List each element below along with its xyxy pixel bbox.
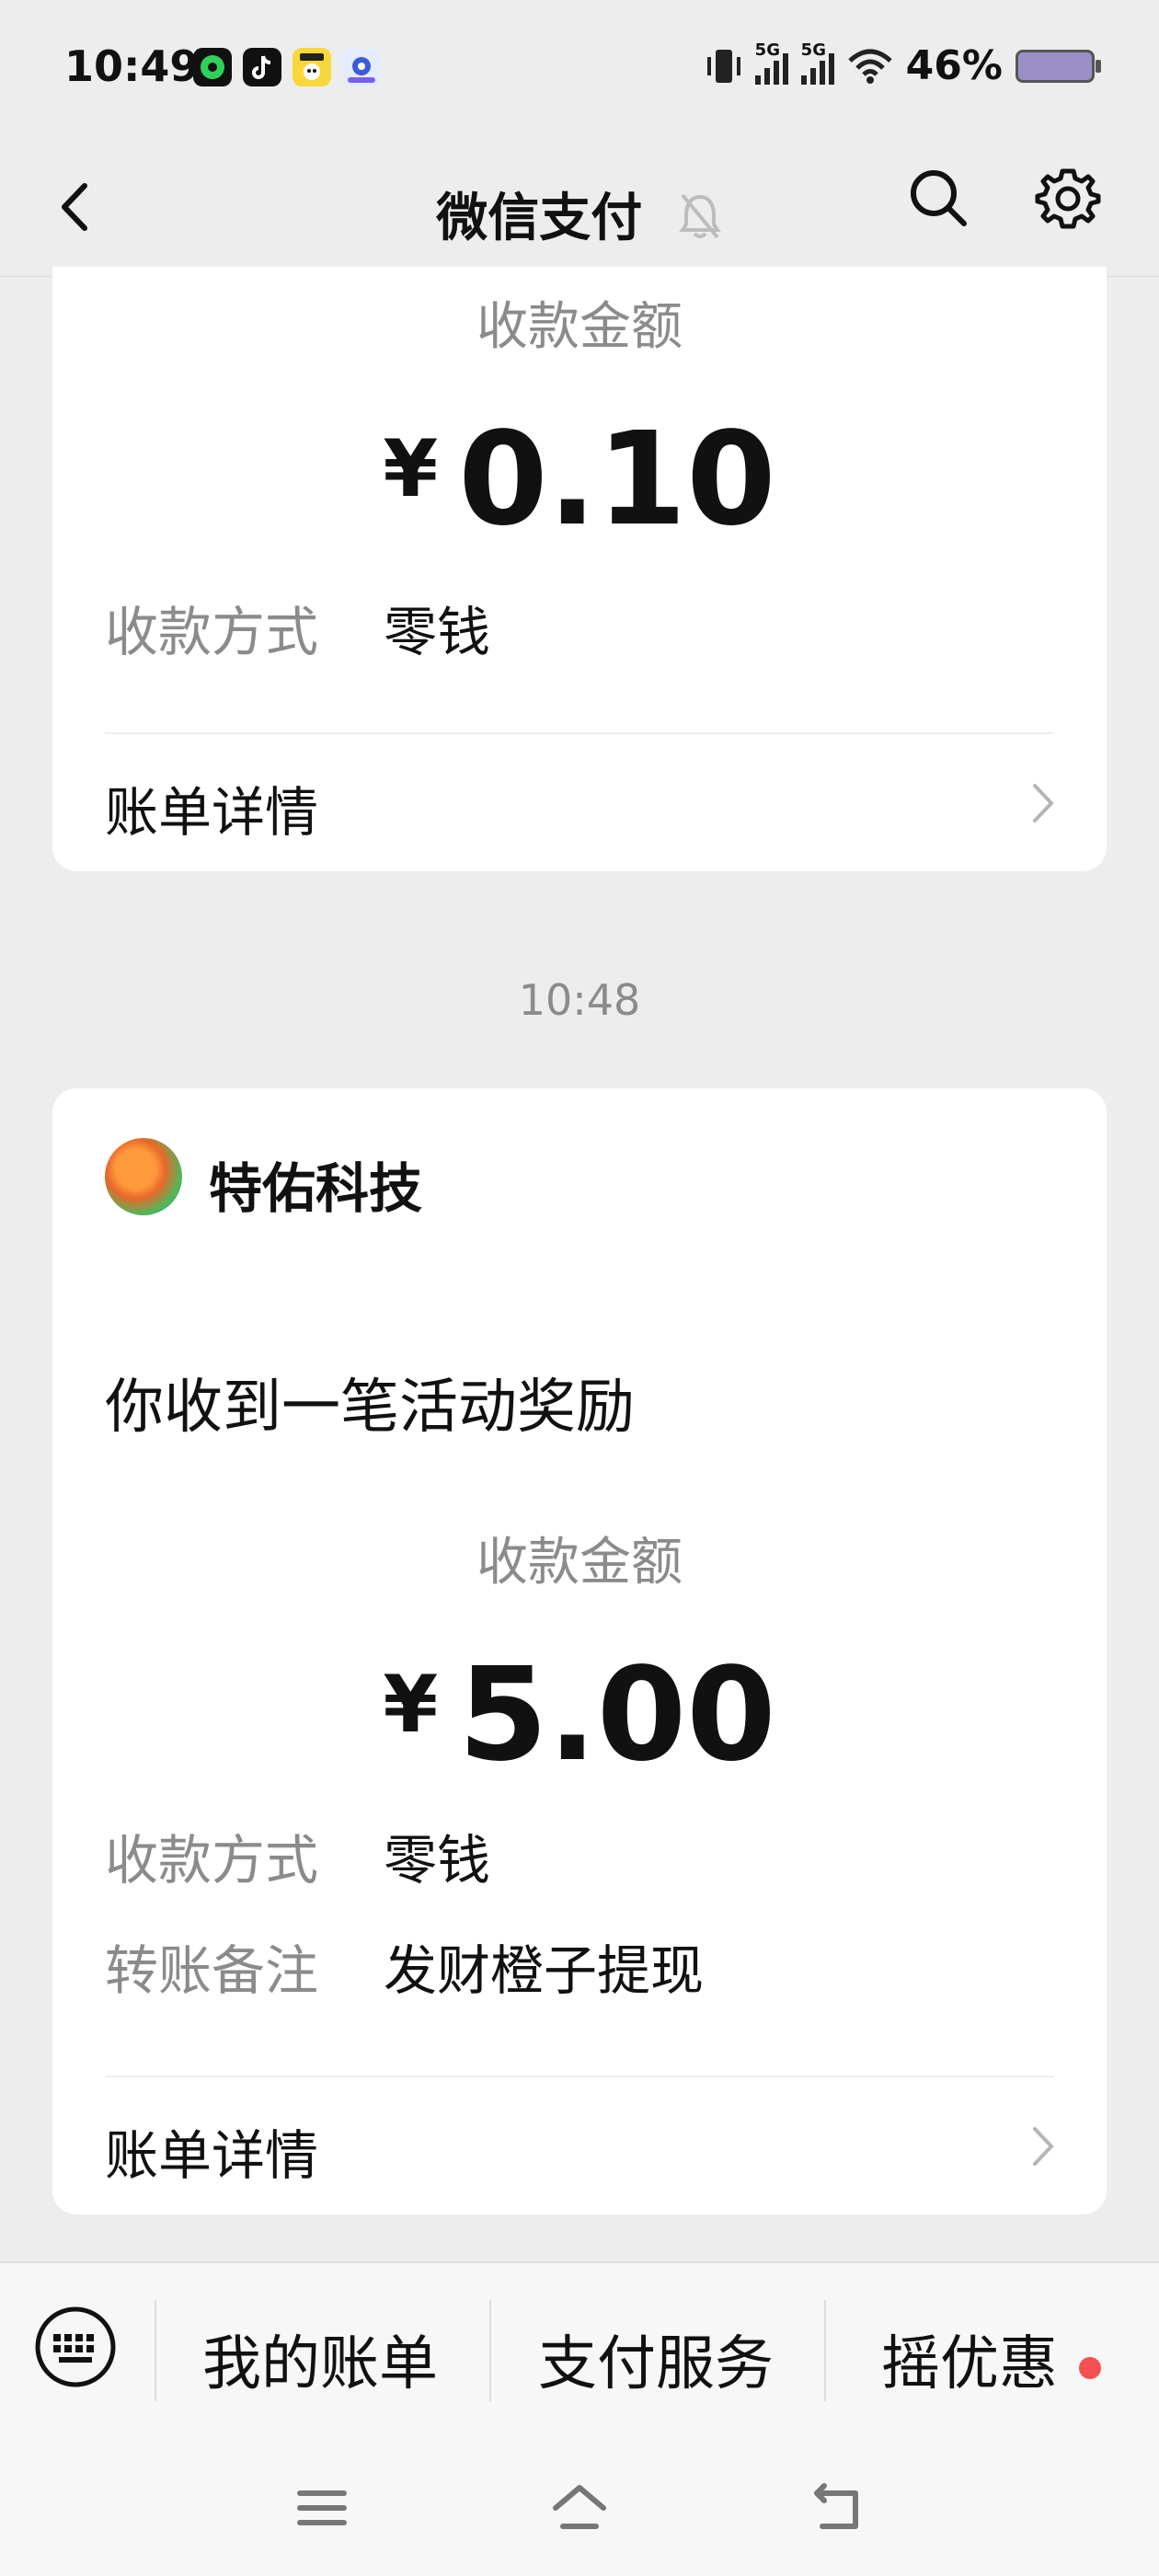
method-value: 零钱 [384,601,491,663]
vibrate-icon [706,49,740,83]
method-label: 收款方式 [105,601,319,663]
message-timestamp: 10:48 [518,975,641,1025]
amount-label: 收款金额 [476,1533,683,1593]
settings-gear-icon[interactable] [1035,166,1101,232]
signal-1-icon: 5G [754,40,788,85]
menu-icon[interactable] [294,2480,350,2536]
game-app-icon [293,48,331,86]
status-right-cluster: 5G 5G 46% [706,40,1101,89]
method-value: 零钱 [384,1829,491,1892]
system-navigation-bar [0,2445,1159,2576]
chevron-right-icon [1033,784,1054,822]
tiktok-app-icon [243,48,281,86]
home-icon[interactable] [550,2480,609,2536]
signal-2-icon: 5G [800,40,834,85]
network-type-2: 5G [800,40,826,60]
menu-my-bills[interactable]: 我的账单 [202,2317,438,2401]
amount-value: 0.10 [458,405,776,555]
currency-symbol: ¥ [383,1659,439,1751]
page-title: 微信支付 [0,177,1159,251]
status-bar: 10:49 5G 5G 46% [0,0,1159,138]
menu-separator [824,2300,826,2401]
bill-detail-label: 账单详情 [105,781,319,844]
keyboard-toggle-icon[interactable] [33,2305,118,2389]
notification-headline: 你收到一笔活动奖励 [105,1374,635,1442]
currency-symbol: ¥ [383,423,439,515]
page-title-text: 微信支付 [436,189,643,248]
wifi-icon [847,49,892,84]
bill-detail-label: 账单详情 [105,2124,319,2187]
note-label: 转账备注 [105,1939,319,2002]
menu-payment-services[interactable]: 支付服务 [538,2317,774,2401]
new-badge-dot [1079,2357,1101,2379]
method-label: 收款方式 [105,1829,319,1892]
battery-icon [1016,49,1101,83]
mute-bell-icon [679,193,721,239]
bill-detail-row[interactable]: 账单详情 [52,734,1107,871]
payment-card-2: 特佑科技 你收到一笔活动奖励 收款金额 ¥5.00 收款方式 零钱 转账备注 发… [52,1088,1107,2214]
payment-card-1: 收款金额 ¥0.10 收款方式 零钱 账单详情 [52,267,1107,871]
menu-separator [155,2300,156,2401]
merchant-avatar [105,1138,182,1215]
music-app-icon [193,48,232,86]
amount-display: ¥0.10 [52,396,1107,554]
network-type-1: 5G [754,40,780,60]
menu-separator [489,2300,491,2401]
chevron-right-icon [1033,2127,1054,2166]
bottom-menu-bar: 我的账单 支付服务 摇优惠 [0,2261,1159,2447]
amount-label: 收款金额 [476,297,683,357]
amount-value: 5.00 [458,1640,776,1790]
merchant-name: 特佑科技 [209,1157,423,1220]
search-icon[interactable] [906,166,970,230]
status-time: 10:49 [64,41,200,91]
amount-display: ¥5.00 [52,1631,1107,1789]
battery-percent: 46% [905,42,1003,89]
notification-icons [193,48,381,86]
bill-detail-row[interactable]: 账单详情 [52,2077,1107,2214]
navigation-bar: 微信支付 [0,138,1159,277]
baidu-app-icon [342,48,381,86]
menu-shake-deals[interactable]: 摇优惠 [881,2317,1058,2401]
back-icon[interactable] [809,2480,865,2536]
note-value: 发财橙子提现 [384,1939,705,2002]
